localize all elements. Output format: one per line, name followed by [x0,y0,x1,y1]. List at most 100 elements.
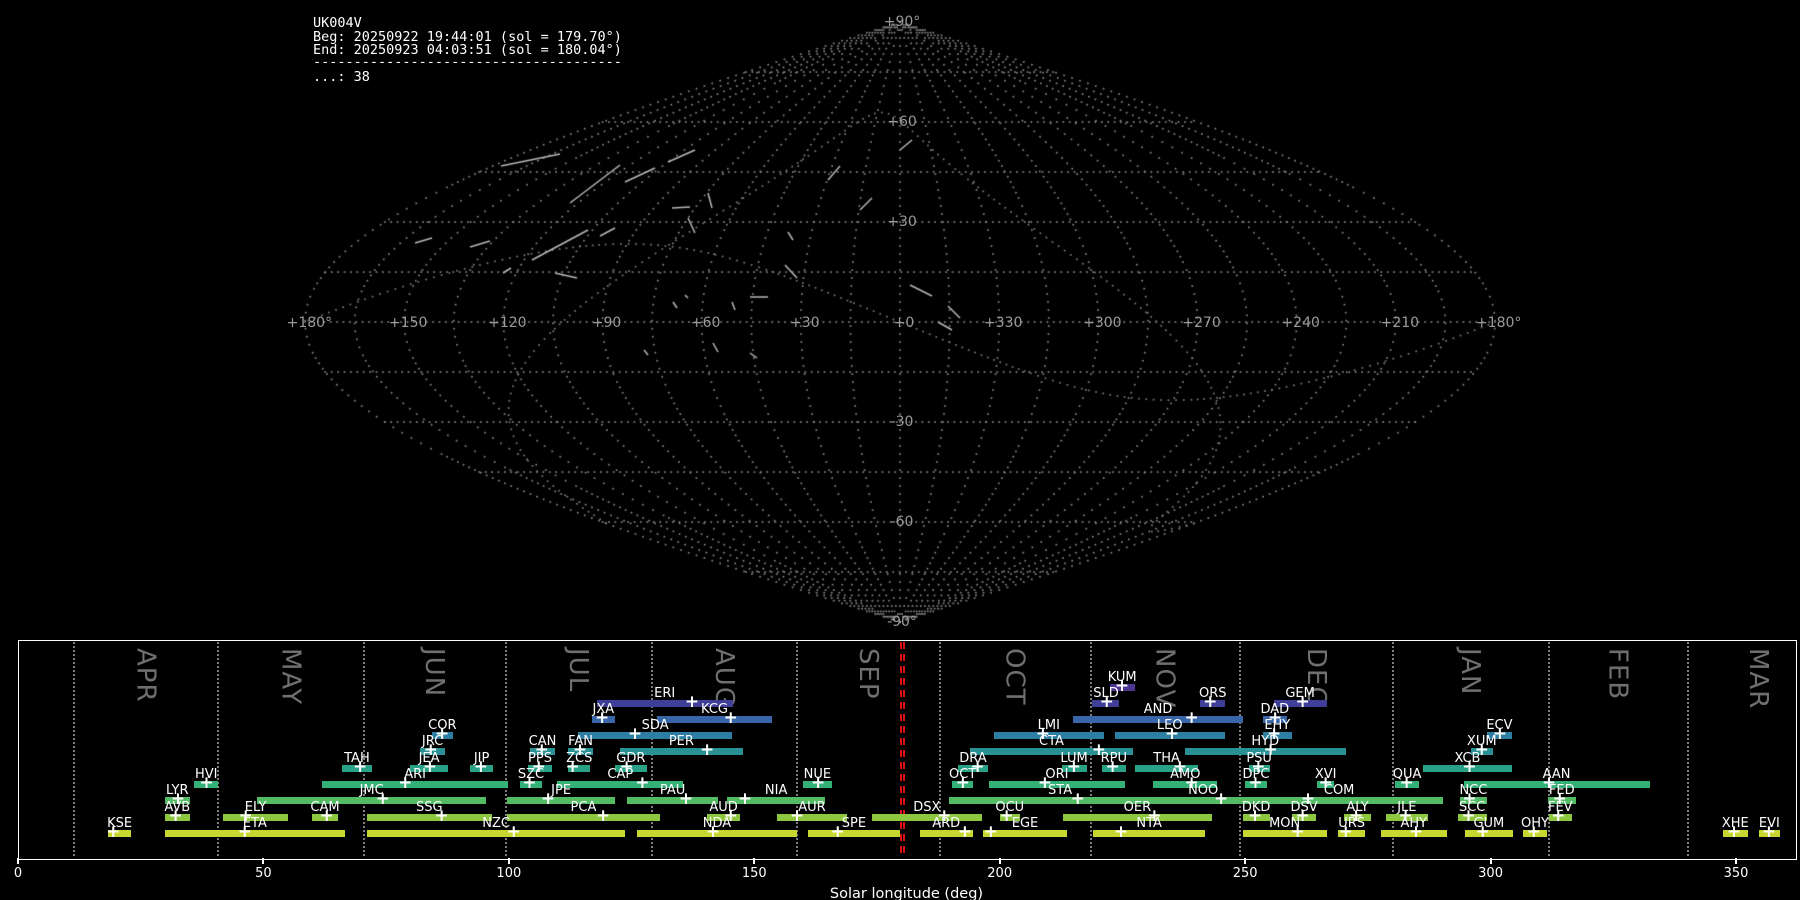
radiant-map-screen: UK004V Beg: 20250922 19:44:01 (sol = 179… [0,0,1800,900]
map-lon-label: +180° [1475,315,1522,331]
map-lon-label: +120 [488,315,527,331]
x-axis-tick-label: 200 [987,866,1013,881]
shower-peak-CAP: + [635,772,650,793]
shower-bar-PCA [506,813,661,821]
shower-peak-JPE: + [541,788,556,809]
shower-label-COM: COM [1323,782,1355,798]
x-axis-tick [998,858,1001,864]
shower-peak-PCA: + [595,805,611,826]
shower-label-NIA: NIA [764,782,788,798]
map-lon-label: +210 [1380,315,1420,331]
month-boundary-line [72,642,75,856]
shower-bar-ETA [164,829,345,837]
shower-bar-PAU [627,796,718,804]
x-axis-tick [262,858,265,864]
shower-peak-QUA: + [1399,772,1414,793]
shower-label-PER: PER [668,733,694,749]
shower-peak-JIP: + [473,756,488,777]
shower-peak-SDA: + [627,723,643,744]
shower-bar-AUR [777,813,847,821]
shower-label-SPE: SPE [841,815,867,831]
shower-label-PCA: PCA [570,799,597,815]
x-axis-tick-label: 350 [1723,866,1749,881]
shower-label-SDA: SDA [641,717,669,733]
shower-peak-AND: + [1184,707,1199,728]
separator: -------------------------------------- [313,54,622,70]
map-lon-label: +60 [690,315,721,331]
x-axis-tick [1735,858,1737,864]
map-lon-label: +90 [591,315,622,331]
shower-label-ERI: ERI [654,685,676,701]
x-axis-tick [1244,858,1247,864]
shower-peak-LUM: + [1066,756,1081,777]
shower-peak-DKD: + [1247,805,1263,826]
shower-bar-NTA [1093,829,1205,837]
shower-peak-GEM: + [1295,691,1310,712]
map-lat-label: -60 [890,514,914,530]
month-boundary-line [217,642,220,856]
shower-bar-DSX [871,813,983,821]
month-label: MAR [1743,648,1774,710]
x-axis-tick-label: 0 [13,866,23,881]
shower-peak-NIA: + [737,788,753,809]
shower-peak-SLD: + [1099,691,1114,712]
shower-label-EGE: EGE [1011,815,1039,831]
shower-label-CTA: CTA [1039,733,1064,749]
shower-peak-ARD: + [957,821,972,842]
shower-peak-ETA: + [237,821,252,842]
shower-peak-XHE: + [1726,821,1742,842]
x-axis-tick-label: 250 [1232,866,1258,881]
shower-label-NTA: NTA [1136,815,1162,831]
map-lon-label: +330 [983,315,1023,331]
shower-peak-NUE: + [810,772,826,793]
map-lat-label: -90° [887,614,917,630]
shower-label-CAP: CAP [607,766,634,782]
shower-bar-MON [1242,829,1327,837]
shower-peak-TAH: + [353,756,368,777]
shower-peak-NDA: + [705,821,721,842]
shower-peak-OHY: + [1526,821,1541,842]
shower-peak-JXA: + [594,707,610,728]
meteor-count: ...: 38 [313,69,370,85]
map-lat-label: +60 [887,114,917,130]
x-axis-tick-label: 50 [255,866,272,881]
x-axis-tick [753,858,756,864]
x-axis-tick-label: 150 [741,866,767,881]
shower-bar-KCG [657,715,772,723]
shower-peak-XCB: + [1462,756,1477,777]
shower-peak-RPU: + [1105,756,1120,777]
shower-peak-HVI: + [199,772,214,793]
x-axis-tick [1489,858,1492,864]
shower-peak-ERI: + [684,691,700,712]
shower-peak-NTA: + [1113,821,1129,842]
map-lat-label: +30 [887,214,917,230]
x-axis-title: Solar longitude (deg) [829,886,984,900]
shower-bar-SSG [366,813,492,821]
x-axis-tick-label: 100 [496,866,522,881]
shower-peak-ZCS: + [565,756,580,777]
shower-peak-NOO: + [1213,788,1229,809]
map-lon-label: +30 [790,315,820,331]
month-boundary-line [363,642,366,856]
shower-peak-STA: + [1070,788,1085,809]
shower-bar-JMC [257,796,487,804]
shower-peak-FEV: + [1551,805,1566,826]
shower-bar-SPE [807,829,901,837]
shower-bar-ARI [322,780,508,788]
shower-peak-AUR: + [789,805,805,826]
month-label: APR [130,648,161,703]
shower-peak-OCT: + [955,772,971,793]
shower-peak-GUM: + [1475,821,1490,842]
map-lon-label: +270 [1182,315,1221,331]
shower-bar-NZC [366,829,626,837]
shower-peak-NZC: + [506,821,521,842]
shower-label-STA: STA [1048,782,1073,798]
month-boundary-line [1687,642,1690,856]
shower-peak-PER: + [700,739,715,760]
x-axis-tick-label: 300 [1478,866,1503,881]
shower-peak-PAU: + [678,788,694,809]
x-axis-tick [17,858,19,864]
current-sol-line [902,642,905,856]
x-axis-tick [507,858,510,864]
shower-peak-DPC: + [1248,772,1263,793]
